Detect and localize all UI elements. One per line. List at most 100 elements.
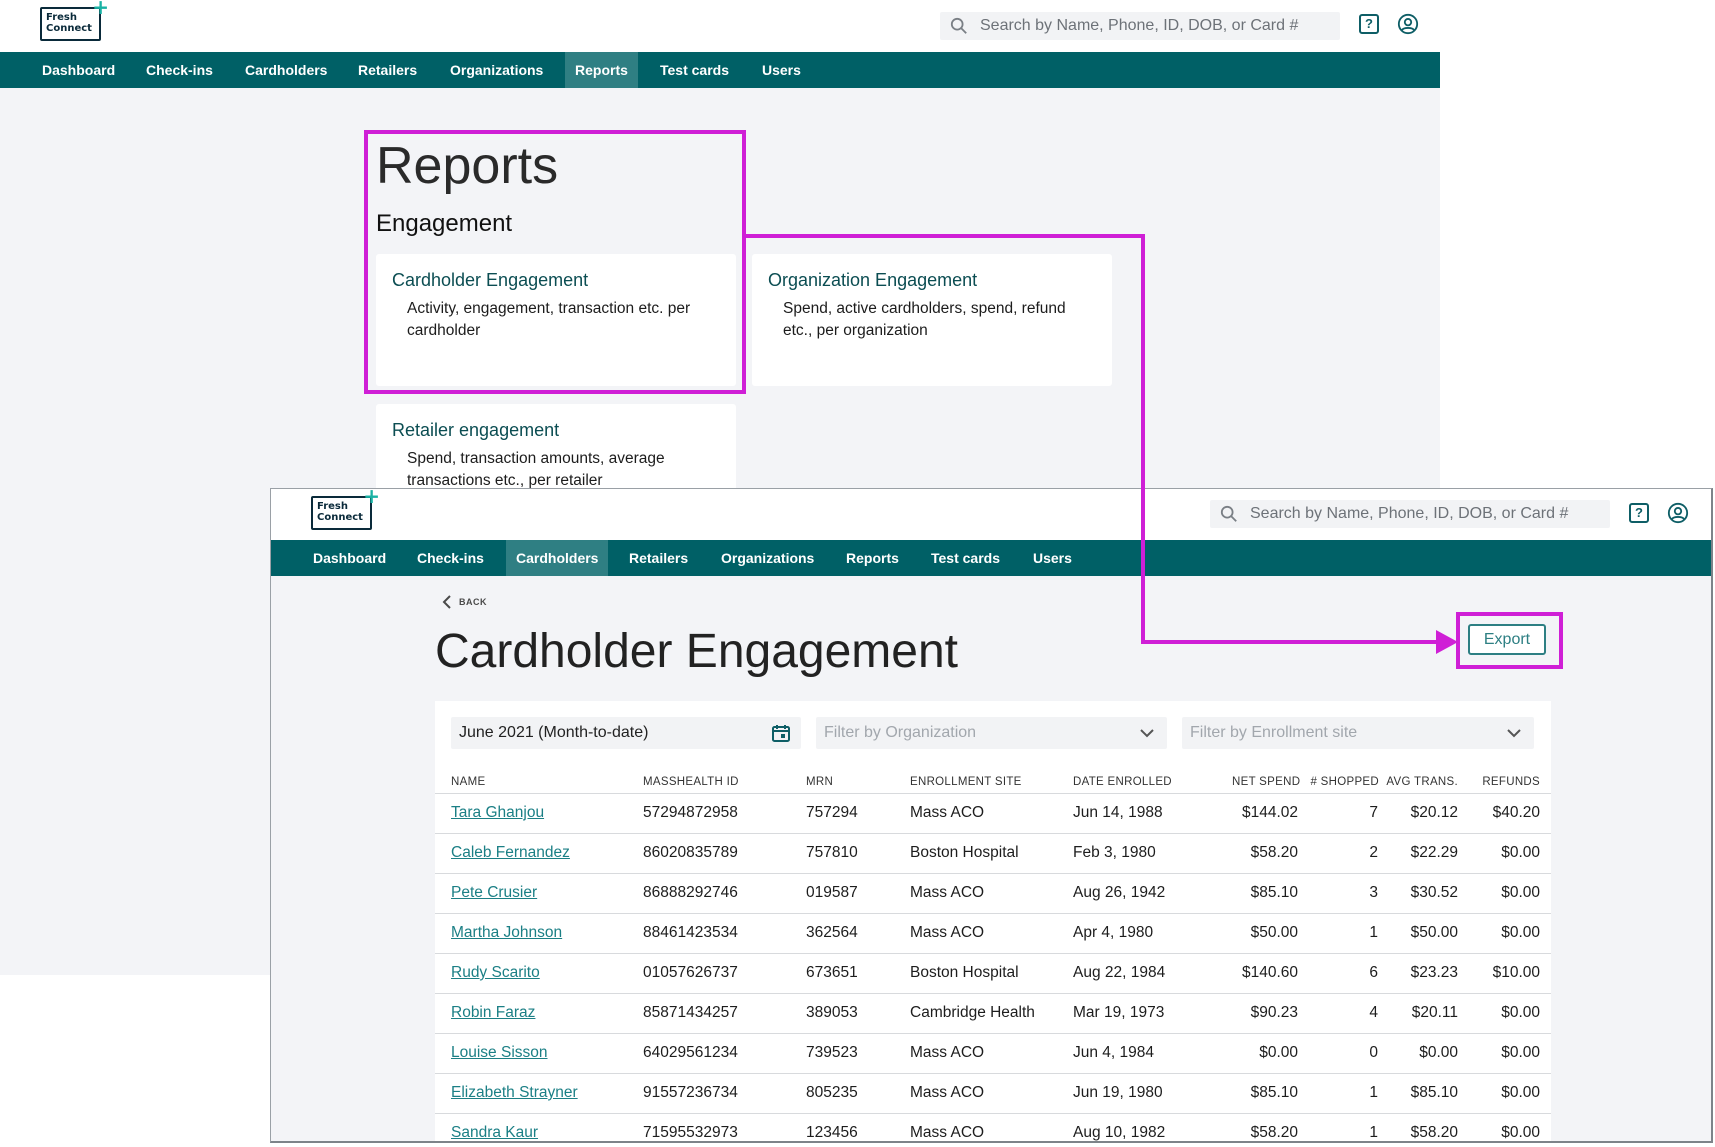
nav-dashboard[interactable]: Dashboard xyxy=(305,540,394,576)
nav-users[interactable]: Users xyxy=(754,52,809,88)
cell-name[interactable]: Elizabeth Strayner xyxy=(451,1084,578,1102)
table-row[interactable]: Robin Faraz 85871434257 389053 Cambridge He… xyxy=(435,994,1551,1034)
column-header-date-enrolled[interactable]: DATE ENROLLED xyxy=(1073,776,1172,788)
cell-name[interactable]: Robin Faraz xyxy=(451,1004,535,1022)
chevron-left-icon[interactable] xyxy=(442,595,452,609)
cell-name[interactable]: Pete Crusier xyxy=(451,884,537,902)
nav-reports[interactable]: Reports xyxy=(838,540,907,576)
nav-organizations[interactable]: Organizations xyxy=(713,540,822,576)
nav-reports[interactable]: Reports xyxy=(565,52,638,88)
cell-masshealth-id: 88461423534 xyxy=(643,924,738,941)
table-row[interactable]: Rudy Scarito 01057626737 673651 Boston Hosp… xyxy=(435,954,1551,994)
cell-name[interactable]: Rudy Scarito xyxy=(451,964,540,982)
search-input[interactable]: Search by Name, Phone, ID, DOB, or Card … xyxy=(940,12,1340,40)
nav-cardholders[interactable]: Cardholders xyxy=(237,52,335,88)
cell-avg-trans: $0.00 xyxy=(1419,1044,1458,1061)
nav-check-ins[interactable]: Check-ins xyxy=(409,540,492,576)
cell-net-spend: $58.20 xyxy=(1250,1124,1298,1141)
cell-date-enrolled: Feb 3, 1980 xyxy=(1073,844,1156,861)
table-row[interactable]: Pete Crusier 86888292746 019587 Mass ACO Aug… xyxy=(435,874,1551,914)
column-header-refunds[interactable]: REFUNDS xyxy=(1472,776,1540,788)
cell-shopped: 3 xyxy=(1369,884,1378,901)
cell-name[interactable]: Louise Sisson xyxy=(451,1044,548,1062)
enrollment-site-filter-select[interactable]: Filter by Enrollment site xyxy=(1182,717,1534,749)
cell-mrn: 673651 xyxy=(806,964,858,981)
connector-line xyxy=(1141,640,1441,644)
nav-cardholders[interactable]: Cardholders xyxy=(506,540,609,576)
cell-date-enrolled: Jun 4, 1984 xyxy=(1073,1044,1155,1061)
table-row[interactable]: Louise Sisson 64029561234 739523 Mass ACO Ju… xyxy=(435,1034,1551,1074)
cell-name[interactable]: Tara Ghanjou xyxy=(451,804,544,822)
cell-refunds: $0.00 xyxy=(1501,884,1540,901)
user-account-icon[interactable] xyxy=(1397,13,1419,35)
cell-mrn: 362564 xyxy=(806,924,858,941)
report-card-title[interactable]: Organization Engagement xyxy=(768,270,977,291)
user-account-icon[interactable] xyxy=(1667,502,1689,524)
cell-date-enrolled: Mar 19, 1973 xyxy=(1073,1004,1165,1021)
cell-avg-trans: $23.23 xyxy=(1410,964,1458,981)
table-row[interactable]: Caleb Fernandez 86020835789 757810 Boston H… xyxy=(435,834,1551,874)
cell-shopped: 1 xyxy=(1369,924,1378,941)
cell-mrn: 019587 xyxy=(806,884,858,901)
cell-shopped: 7 xyxy=(1369,804,1378,821)
column-header-name[interactable]: NAME xyxy=(451,776,485,788)
top-bar: Fresh Connect + Search by Name, Phone, I… xyxy=(0,0,1440,52)
cell-avg-trans: $20.11 xyxy=(1411,1004,1458,1021)
cell-name[interactable]: Caleb Fernandez xyxy=(451,844,570,862)
cell-date-enrolled: Aug 22, 1984 xyxy=(1073,964,1166,981)
cell-net-spend: $140.60 xyxy=(1241,964,1298,981)
nav-users[interactable]: Users xyxy=(1025,540,1080,576)
table-row[interactable]: Sandra Kaur 71595532973 123456 Mass ACO Aug … xyxy=(435,1114,1551,1141)
column-header-shopped[interactable]: # SHOPPED xyxy=(1307,776,1379,788)
logo-plus-icon: + xyxy=(363,488,380,508)
help-icon[interactable]: ? xyxy=(1359,14,1379,34)
cell-name[interactable]: Sandra Kaur xyxy=(451,1124,538,1141)
cell-net-spend: $50.00 xyxy=(1250,924,1298,941)
nav-retailers[interactable]: Retailers xyxy=(621,540,696,576)
cell-shopped: 0 xyxy=(1369,1044,1378,1061)
cell-enrollment-site: Mass ACO xyxy=(910,1084,985,1101)
nav-check-ins[interactable]: Check-ins xyxy=(138,52,221,88)
cell-refunds: $0.00 xyxy=(1501,1084,1540,1101)
table-row[interactable]: Elizabeth Strayner 91557236734 805235 Mass … xyxy=(435,1074,1551,1114)
logo-text-line1: Fresh xyxy=(317,501,348,512)
cell-shopped: 1 xyxy=(1369,1124,1378,1141)
column-header-net-spend[interactable]: NET SPEND xyxy=(1232,776,1300,788)
cell-avg-trans: $22.29 xyxy=(1410,844,1458,861)
column-header-enrollment-site[interactable]: ENROLLMENT SITE xyxy=(910,776,1022,788)
cell-name[interactable]: Martha Johnson xyxy=(451,924,562,942)
cell-shopped: 6 xyxy=(1369,964,1378,981)
column-header-mrn[interactable]: MRN xyxy=(806,776,833,788)
organization-filter-select[interactable]: Filter by Organization xyxy=(816,717,1167,749)
back-link[interactable]: BACK xyxy=(459,597,487,607)
date-range-value: June 2021 (Month-to-date) xyxy=(459,724,649,741)
logo-text-line1: Fresh xyxy=(46,12,77,23)
search-placeholder: Search by Name, Phone, ID, DOB, or Card … xyxy=(980,17,1299,34)
nav-dashboard[interactable]: Dashboard xyxy=(34,52,123,88)
table-row[interactable]: Tara Ghanjou 57294872958 757294 Mass ACO Jun… xyxy=(435,794,1551,834)
nav-test-cards[interactable]: Test cards xyxy=(923,540,1008,576)
highlight-export-callout xyxy=(1456,612,1563,669)
search-input[interactable]: Search by Name, Phone, ID, DOB, or Card … xyxy=(1210,500,1610,528)
arrow-head-icon xyxy=(1436,630,1458,654)
table-row[interactable]: Martha Johnson 88461423534 362564 Mass ACO A… xyxy=(435,914,1551,954)
date-range-picker[interactable]: June 2021 (Month-to-date) xyxy=(451,717,801,749)
cell-net-spend: $144.02 xyxy=(1241,804,1298,821)
help-icon[interactable]: ? xyxy=(1629,503,1649,523)
nav-retailers[interactable]: Retailers xyxy=(350,52,425,88)
fresh-connect-logo[interactable]: Fresh Connect + xyxy=(311,489,380,530)
report-card-title[interactable]: Retailer engagement xyxy=(392,420,559,441)
calendar-icon[interactable] xyxy=(771,723,791,743)
cell-enrollment-site: Cambridge Health xyxy=(910,1004,1035,1021)
nav-organizations[interactable]: Organizations xyxy=(442,52,551,88)
chevron-down-icon xyxy=(1507,729,1521,738)
cell-refunds: $0.00 xyxy=(1501,924,1540,941)
fresh-connect-logo[interactable]: Fresh Connect + xyxy=(40,0,109,41)
cardholder-engagement-window: Fresh Connect + Search by Name, Phone, I… xyxy=(270,488,1713,1143)
report-card-organization[interactable]: Organization Engagement Spend, active ca… xyxy=(752,254,1112,386)
cell-masshealth-id: 01057626737 xyxy=(643,964,738,981)
nav-test-cards[interactable]: Test cards xyxy=(652,52,737,88)
column-header-masshealth-id[interactable]: MASSHEALTH ID xyxy=(643,776,739,788)
main-nav: Dashboard Check-ins Cardholders Retailer… xyxy=(271,540,1711,576)
column-header-avg-trans[interactable]: AVG TRANS. xyxy=(1386,776,1458,788)
